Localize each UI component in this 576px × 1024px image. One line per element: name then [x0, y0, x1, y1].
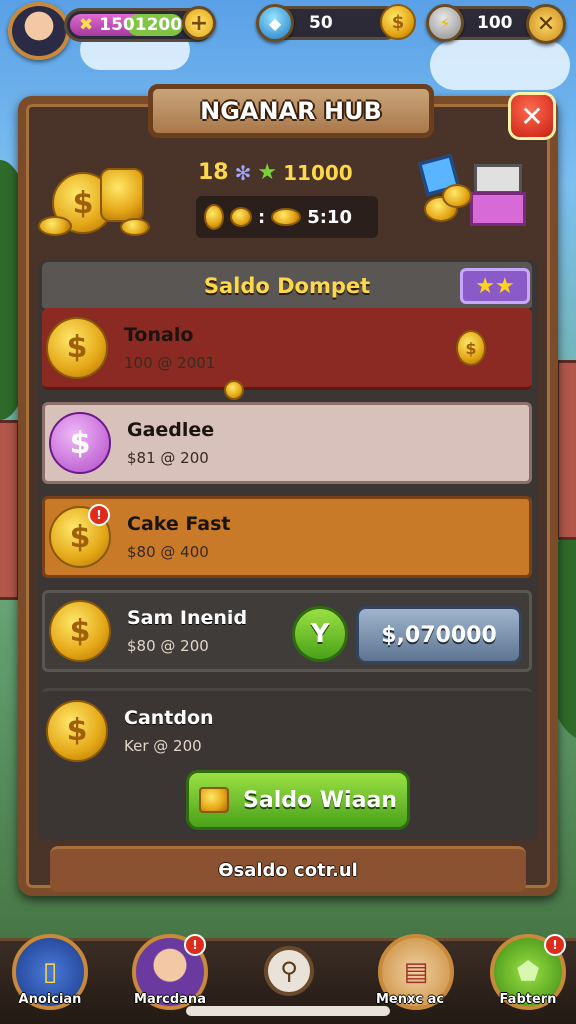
coin-icon: [224, 380, 244, 400]
nav-label: Menxc ac: [375, 992, 445, 1007]
coin-icon: $: [46, 316, 108, 379]
coin-icon: $: [456, 330, 486, 366]
energy-amount: 100: [477, 13, 513, 33]
nav-label: Anoician: [18, 992, 82, 1007]
star-icon: ★: [257, 160, 278, 185]
notification-badge: !: [544, 934, 566, 956]
rating-badge: ★★: [460, 268, 530, 304]
coin-icon: $: [49, 600, 111, 662]
wallet-row-name: Cantdon: [124, 706, 214, 729]
map-icon: ⬟: [516, 957, 540, 987]
wallet-row[interactable]: $ Cake Fast $80 @ 400: [42, 496, 532, 578]
wallet-row-name: Gaedlee: [127, 419, 215, 441]
add-gold-button[interactable]: +: [182, 6, 216, 40]
home-indicator: [186, 1006, 390, 1016]
snowflake-icon: ✻: [234, 160, 252, 185]
gems-amount: 50: [309, 13, 333, 33]
amount-button[interactable]: $,070000: [356, 606, 522, 664]
wallet-row-detail: 100 @ 2001: [124, 353, 216, 372]
energy-icon: ⚡: [426, 4, 464, 42]
score-value: 11000: [283, 160, 353, 185]
nav-label: Marcdana: [134, 992, 206, 1007]
gold-icon: ✖: [79, 15, 94, 35]
gold-bar-icon: [199, 787, 230, 813]
player-avatar[interactable]: [8, 2, 70, 60]
nav-search-button[interactable]: ⚲: [264, 946, 314, 996]
coin-icon: $: [46, 699, 108, 762]
gem-coin-icon: $: [49, 412, 111, 474]
notes-icon: ▤: [403, 957, 429, 987]
saldo-primary-button[interactable]: Saldo Wiaan: [186, 770, 410, 830]
gem-icon: ◆: [256, 4, 294, 42]
confirm-button[interactable]: Y: [292, 606, 348, 662]
wallet-row-detail: Ker @ 200: [124, 736, 202, 755]
wallet-row-name: Sam Inenid: [127, 607, 248, 629]
coin-pile-icon: $: [38, 158, 158, 248]
gold-amount: 1501200: [99, 15, 183, 35]
wallet-row[interactable]: $ Gaedlee $81 @ 200: [42, 402, 532, 484]
search-icon: ⚲: [280, 957, 298, 985]
rate-display: : 5:10: [196, 196, 378, 238]
panel-close-button[interactable]: ✕: [508, 92, 556, 140]
wallet-row-name: Tonalo: [124, 323, 194, 346]
nav-label: Fabtern: [499, 992, 557, 1007]
coin-icon: [230, 207, 252, 227]
rate-value: 5:10: [307, 206, 352, 228]
shop-icon: ▯: [42, 957, 58, 987]
wallet-row-name: Cake Fast: [127, 513, 231, 535]
coin-icon: [271, 208, 302, 226]
hud-close-button[interactable]: ✕: [526, 4, 566, 44]
notification-badge: !: [88, 504, 110, 526]
footer-link[interactable]: Ɵsaldo cotr.ul: [50, 846, 526, 892]
section-title: Saldo Dompet: [42, 262, 532, 312]
level-value: 18: [198, 160, 229, 185]
rate-separator: :: [258, 206, 266, 228]
coin-stack-icon: $: [380, 4, 416, 40]
wallet-row[interactable]: $ Tonalo 100 @ 2001 $: [42, 308, 532, 390]
notification-badge: !: [184, 934, 206, 956]
wallet-row-detail: $81 @ 200: [127, 449, 209, 467]
wallet-row[interactable]: $ Cantdon Ker @ 200: [42, 688, 532, 770]
wallet-row-detail: $80 @ 200: [127, 637, 209, 655]
coin-icon: [204, 204, 224, 230]
level-stats: 18 ✻ ★ 11000: [198, 160, 353, 185]
panel-title: NGANAR HUB: [148, 84, 434, 138]
wallet-row-detail: $80 @ 400: [127, 543, 209, 561]
primary-button-label: Saldo Wiaan: [243, 787, 397, 813]
treasure-icon: [416, 152, 532, 238]
